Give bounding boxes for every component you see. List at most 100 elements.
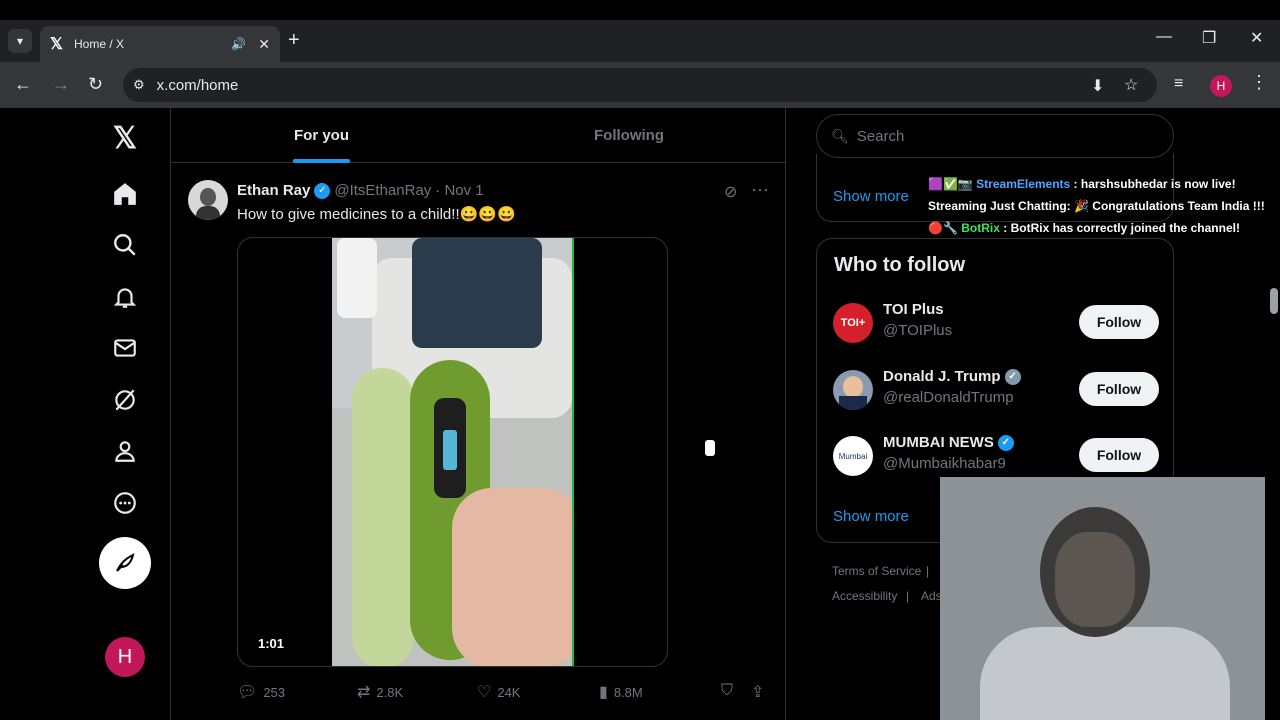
address-bar[interactable]: ⚙ x.com/home <box>123 68 1157 102</box>
verified-badge-icon: ✓ <box>314 182 331 199</box>
account-avatar[interactable]: TOI+ <box>833 303 873 343</box>
post-text: How to give medicines to a child!!😀😀😀 <box>237 206 516 223</box>
view-count: 8.8M <box>613 684 643 700</box>
follow-button[interactable]: Follow <box>1079 438 1159 472</box>
mouse-cursor-icon <box>705 440 715 456</box>
heart-icon: ♡ <box>477 684 492 701</box>
post-video[interactable]: 1:01 <box>237 237 668 667</box>
who-to-follow-title: Who to follow <box>834 254 966 276</box>
chat-message: 🔴🔧 BotRix : BotRix has correctly joined … <box>928 221 1240 235</box>
post-article[interactable]: Ethan Ray ✓ @ItsEthanRay · Nov 1 ⊘ ··· H… <box>171 164 785 720</box>
home-icon[interactable] <box>95 174 155 214</box>
new-tab-button[interactable]: + <box>288 29 300 52</box>
repost-button[interactable]: ⇄ 2.8K <box>357 682 403 702</box>
follow-suggestion[interactable]: Mumbai MUMBAI NEWS ✓ @Mumbaikhabar9 Follo… <box>833 434 1159 478</box>
left-navigation: 𝕏 H <box>95 108 155 720</box>
post-header: Ethan Ray ✓ @ItsEthanRay · Nov 1 <box>237 182 484 199</box>
video-duration: 1:01 <box>258 636 285 651</box>
browser-tab[interactable]: 𝕏 Home / X 🔊 ✕ <box>40 26 280 62</box>
compose-post-button[interactable] <box>99 537 151 589</box>
footer-ads-link[interactable]: Ads <box>921 589 942 603</box>
notifications-bell-icon[interactable] <box>95 277 155 317</box>
post-actions: 💬︎ 253 ⇄ 2.8K ♡ 24K ▮ 8.8M ⛉ ⇪ <box>237 682 767 706</box>
messages-mail-icon[interactable] <box>95 328 155 368</box>
account-avatar[interactable] <box>833 370 873 410</box>
browser-toolbar: ← → ↻ ⚙ x.com/home ⬇ ☆ ≡ H ⋮ <box>0 62 1280 108</box>
account-name[interactable]: MUMBAI NEWS ✓ <box>883 434 1018 451</box>
follow-suggestion[interactable]: Donald J. Trump ✓ @realDonaldTrump Follow <box>833 368 1159 412</box>
install-app-icon[interactable]: ⬇ <box>1091 76 1104 96</box>
follow-button[interactable]: Follow <box>1079 305 1159 339</box>
show-more-link[interactable]: Show more <box>833 188 909 205</box>
account-name[interactable]: TOI Plus <box>883 301 944 318</box>
browser-menu-icon[interactable]: ⋮ <box>1250 72 1268 93</box>
hand-image <box>452 488 572 666</box>
like-count: 24K <box>497 684 521 700</box>
grok-actions-icon[interactable]: ⊘ <box>724 182 737 202</box>
follow-button[interactable]: Follow <box>1079 372 1159 406</box>
feed-tabs: For you Following <box>171 108 785 163</box>
account-name[interactable]: Donald J. Trump ✓ <box>883 368 1025 385</box>
back-button[interactable]: ← <box>14 74 32 95</box>
tab-for-you[interactable]: For you <box>294 127 349 144</box>
close-window-button[interactable]: ✕ <box>1250 28 1263 48</box>
tab-search-button[interactable]: ▾ <box>8 29 32 53</box>
x-page: 𝕏 H For you Following Ethan Ray ✓ @ItsEt… <box>0 108 1280 720</box>
profile-person-icon[interactable] <box>95 431 155 471</box>
page-scrollbar[interactable] <box>1268 108 1280 720</box>
tab-title: Home / X <box>74 37 125 51</box>
post-author-avatar[interactable] <box>188 180 228 220</box>
scrollbar-thumb[interactable] <box>1270 288 1278 314</box>
bookmark-star-icon[interactable]: ☆ <box>1124 75 1138 95</box>
cucumber-image <box>352 368 414 666</box>
screen-top-strip <box>0 0 1280 20</box>
video-frame <box>332 238 574 666</box>
search-icon: 🔍︎ <box>831 127 849 144</box>
like-button[interactable]: ♡ 24K <box>477 682 520 702</box>
minimize-button[interactable]: — <box>1156 28 1172 46</box>
reload-button[interactable]: ↻ <box>88 74 103 95</box>
bookmark-icon: ⛉ <box>721 682 734 699</box>
speaker-icon[interactable]: 🔊 <box>231 37 246 51</box>
search-placeholder: Search <box>856 127 905 145</box>
tab-close-icon[interactable]: ✕ <box>258 36 270 53</box>
reply-count: 253 <box>263 684 286 700</box>
reply-button[interactable]: 💬︎ 253 <box>237 682 285 702</box>
post-more-icon[interactable]: ··· <box>751 179 769 200</box>
tab-following[interactable]: Following <box>594 127 664 144</box>
profile-avatar[interactable]: H <box>1210 75 1232 97</box>
account-avatar[interactable]: H <box>105 637 145 677</box>
repost-icon: ⇄ <box>357 684 371 701</box>
grok-icon[interactable] <box>95 380 155 420</box>
x-logo-icon[interactable]: 𝕏 <box>95 118 155 158</box>
restore-button[interactable]: ❐ <box>1202 28 1216 48</box>
share-button[interactable]: ⇪ <box>751 682 770 702</box>
post-date[interactable]: · Nov 1 <box>435 182 483 199</box>
bookmark-button[interactable]: ⛉ <box>721 682 739 700</box>
footer-terms-link[interactable]: Terms of Service <box>832 564 921 578</box>
account-avatar[interactable]: Mumbai <box>833 436 873 476</box>
verified-badge-icon: ✓ <box>997 434 1014 451</box>
reply-icon: 💬︎ <box>237 684 258 701</box>
x-logo-icon: 𝕏 <box>50 36 63 53</box>
media-control-icon[interactable]: ≡ <box>1174 75 1183 93</box>
account-handle[interactable]: @TOIPlus <box>883 322 952 339</box>
feather-icon <box>116 553 135 572</box>
verified-badge-icon: ✓ <box>1004 368 1021 385</box>
post-author-name[interactable]: Ethan Ray <box>237 182 310 199</box>
explore-search-icon[interactable] <box>95 225 155 265</box>
site-info-icon[interactable]: ⚙ <box>133 77 145 93</box>
account-handle[interactable]: @Mumbaikhabar9 <box>883 455 1006 472</box>
show-more-link[interactable]: Show more <box>833 508 909 525</box>
repost-count: 2.8K <box>376 684 404 700</box>
footer-accessibility-link[interactable]: Accessibility <box>832 589 897 603</box>
forward-button[interactable]: → <box>52 74 70 95</box>
stream-chat-overlay: 🟪✅📷 StreamElements : harshsubhedar is no… <box>928 173 1268 243</box>
follow-suggestion[interactable]: TOI+ TOI Plus @TOIPlus Follow <box>833 301 1159 345</box>
more-options-icon[interactable] <box>95 483 155 523</box>
post-author-handle[interactable]: @ItsEthanRay <box>334 182 431 199</box>
views-button[interactable]: ▮ 8.8M <box>599 682 643 702</box>
account-handle[interactable]: @realDonaldTrump <box>883 389 1014 406</box>
search-input[interactable]: 🔍︎ Search <box>816 114 1174 158</box>
chat-message: Streaming Just Chatting: 🎉 Congratulatio… <box>928 199 1265 213</box>
